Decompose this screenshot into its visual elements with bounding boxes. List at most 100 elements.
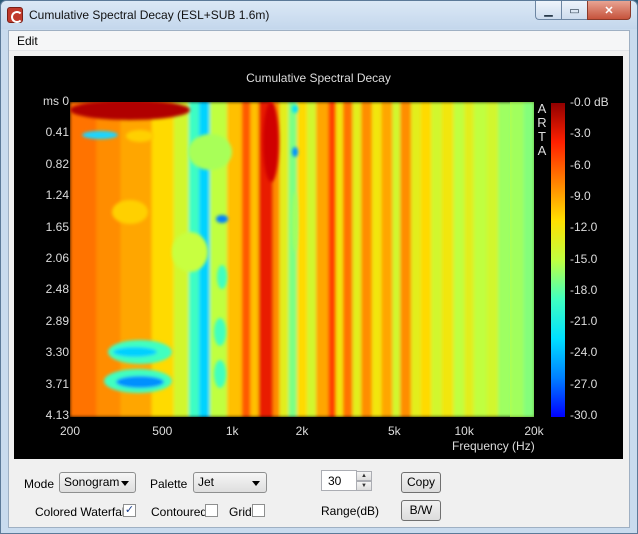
close-icon: ✕ [604, 4, 614, 17]
frequency-band [486, 102, 499, 417]
x-tick-label: 10k [454, 424, 474, 438]
copy-button[interactable]: Copy [401, 472, 441, 493]
palette-select-value: Jet [198, 475, 215, 489]
colorbar-label: -27.0 [570, 376, 598, 391]
decay-blob [214, 318, 226, 346]
close-button[interactable]: ✕ [587, 1, 631, 20]
window-title: Cumulative Spectral Decay (ESL+SUB 1.6m) [29, 8, 270, 22]
colorbar-label: -18.0 [570, 282, 598, 297]
frequency-band [151, 102, 175, 417]
palette-select[interactable]: Jet [193, 472, 267, 493]
window-controls: ▁ ▭ ✕ [535, 1, 631, 21]
mode-label: Mode [24, 477, 55, 491]
x-tick-label: 2k [295, 424, 309, 438]
frequency-band [296, 102, 308, 417]
x-axis-title: Frequency (Hz) [452, 439, 535, 453]
frequency-band [306, 102, 317, 417]
range-spin-down-button[interactable]: ▼ [356, 481, 372, 491]
mode-select-value: Sonogram [64, 475, 120, 489]
y-tick-label: 4.13 [45, 408, 69, 422]
decay-blob [216, 215, 228, 223]
colorbar-gradient [551, 103, 565, 417]
decay-blob [263, 102, 279, 182]
colorbar-label: -24.0 [570, 345, 598, 360]
y-tick-label: 2.48 [45, 282, 69, 297]
title-bar[interactable]: Cumulative Spectral Decay (ESL+SUB 1.6m)… [1, 1, 637, 29]
watermark-letter: T [538, 129, 546, 144]
x-tick-label: 500 [152, 424, 173, 438]
grid-checkbox[interactable] [252, 504, 265, 517]
app-window: Cumulative Spectral Decay (ESL+SUB 1.6m)… [0, 0, 638, 534]
frequency-band [250, 102, 260, 417]
decay-blob [116, 376, 164, 388]
decay-blob [113, 347, 157, 357]
colorbar-label: -3.0 [570, 126, 591, 141]
frequency-band [473, 102, 488, 417]
colorbar [551, 103, 565, 417]
y-tick-label: 2.06 [45, 251, 69, 265]
chevron-down-icon [121, 481, 129, 486]
arta-watermark: ARTA [535, 102, 549, 158]
frequency-band [381, 102, 393, 417]
y-tick-label: 2.89 [45, 313, 69, 328]
frequency-band [70, 102, 97, 417]
frequency-band [335, 102, 344, 417]
frequency-band [352, 102, 362, 417]
watermark-letter: R [537, 115, 547, 130]
decay-blob [217, 265, 227, 289]
menu-edit[interactable]: Edit [17, 34, 38, 48]
y-tick-label: 0.82 [45, 156, 69, 171]
minimize-icon: ▁ [544, 4, 553, 17]
colored-waterfall-checkbox[interactable]: ✓ [123, 504, 136, 517]
colorbar-label: -30.0 [570, 408, 598, 422]
contoured-label: Contoured [151, 505, 208, 519]
minimize-button[interactable]: ▁ [535, 1, 561, 20]
frequency-band [279, 102, 290, 417]
bw-button[interactable]: B/W [401, 500, 441, 521]
range-label: Range(dB) [321, 504, 380, 518]
colorbar-label: -21.0 [570, 314, 598, 329]
maximize-button[interactable]: ▭ [561, 1, 587, 20]
frequency-band [342, 102, 354, 417]
frequency-band [328, 102, 337, 417]
arrow-up-icon: ▲ [361, 473, 367, 479]
app-logo-icon[interactable] [7, 7, 23, 23]
colored-waterfall-label: Colored Waterfall [35, 505, 128, 519]
colorbar-label: -12.0 [570, 220, 598, 235]
frequency-band [241, 102, 252, 417]
range-spin-up-button[interactable]: ▲ [356, 471, 372, 481]
decay-blob [292, 192, 298, 252]
decay-blob [292, 105, 298, 113]
y-tick-label: 0.41 [45, 125, 69, 140]
watermark-letter: A [537, 143, 547, 158]
frequency-band [420, 102, 432, 417]
y-tick-label: 1.65 [45, 219, 69, 234]
frequency-band [453, 102, 465, 417]
colorbar-label: -15.0 [570, 251, 598, 266]
chart-title: Cumulative Spectral Decay [246, 71, 391, 85]
decay-blob [126, 130, 154, 142]
decay-blob [82, 131, 118, 139]
colorbar-label: -6.0 [570, 157, 591, 172]
grid-label: Grid [229, 505, 252, 519]
x-tick-label: 20k [524, 424, 544, 438]
y-tick-label: 3.71 [45, 376, 69, 391]
watermark-letter: A [537, 101, 547, 116]
y-tick-label: 3.30 [45, 345, 69, 360]
mode-select[interactable]: Sonogram [59, 472, 136, 493]
colorbar-label: -0.0 dB [570, 95, 609, 109]
x-tick-label: 1k [225, 424, 239, 438]
contoured-checkbox[interactable] [205, 504, 218, 517]
plot-area: Cumulative Spectral Decay ms 0 0.41 0.82… [14, 56, 623, 459]
frequency-band [316, 102, 330, 417]
range-input[interactable]: 30 [321, 470, 357, 491]
decay-blob [214, 360, 226, 388]
frequency-band [96, 102, 121, 417]
x-tick-label: 200 [59, 424, 81, 438]
frequency-band [400, 102, 412, 417]
frequency-band [431, 102, 443, 417]
frequency-band [464, 102, 475, 417]
decay-blob [172, 232, 208, 272]
decay-blob [188, 134, 232, 170]
frequency-band [392, 102, 401, 417]
